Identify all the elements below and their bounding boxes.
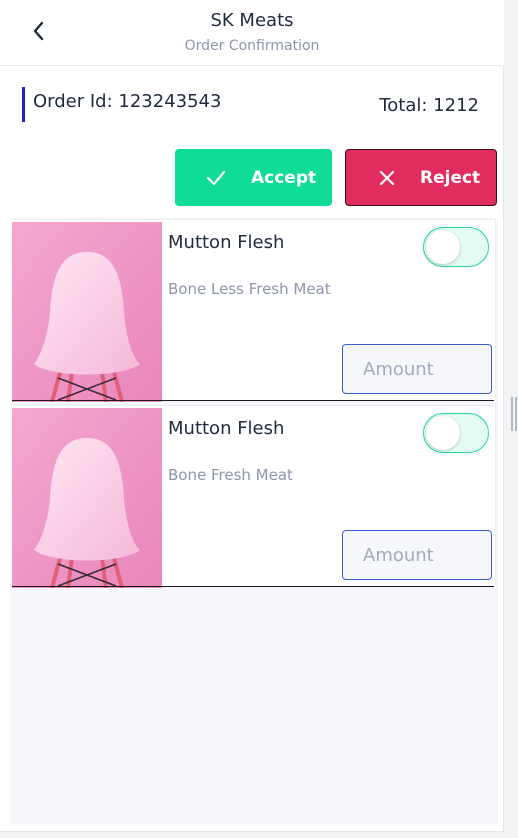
item-name: Mutton Flesh <box>168 418 285 439</box>
page-title: SK Meats <box>210 10 294 31</box>
product-image <box>12 408 162 588</box>
list-item: Mutton Flesh Bone Less Fresh Meat <box>12 219 496 402</box>
amount-input[interactable] <box>342 530 492 580</box>
order-total: Total: 1212 <box>379 95 479 116</box>
accept-label: Accept <box>251 167 317 188</box>
app-frame: SK Meats Order Confirmation Order Id: 12… <box>0 0 504 832</box>
toggle-knob <box>426 230 460 264</box>
item-description: Bone Fresh Meat <box>168 466 293 484</box>
amount-input[interactable] <box>342 344 492 394</box>
resize-handle[interactable] <box>511 397 517 431</box>
availability-toggle[interactable] <box>423 413 489 453</box>
item-divider <box>12 400 494 401</box>
reject-label: Reject <box>420 167 481 188</box>
order-accent-bar <box>22 87 25 122</box>
item-description: Bone Less Fresh Meat <box>168 280 331 298</box>
reject-button[interactable]: Reject <box>345 149 497 206</box>
check-icon <box>203 168 229 188</box>
order-id: Order Id: 123243543 <box>33 91 222 112</box>
accept-button[interactable]: Accept <box>175 149 332 206</box>
top-bar: SK Meats Order Confirmation <box>0 0 504 66</box>
item-name: Mutton Flesh <box>168 232 285 253</box>
close-icon <box>374 168 400 188</box>
availability-toggle[interactable] <box>423 227 489 267</box>
list-item: Mutton Flesh Bone Fresh Meat <box>12 405 496 588</box>
page-subtitle: Order Confirmation <box>184 38 320 54</box>
toggle-knob <box>426 416 460 450</box>
item-divider <box>12 586 494 587</box>
product-image <box>12 222 162 402</box>
